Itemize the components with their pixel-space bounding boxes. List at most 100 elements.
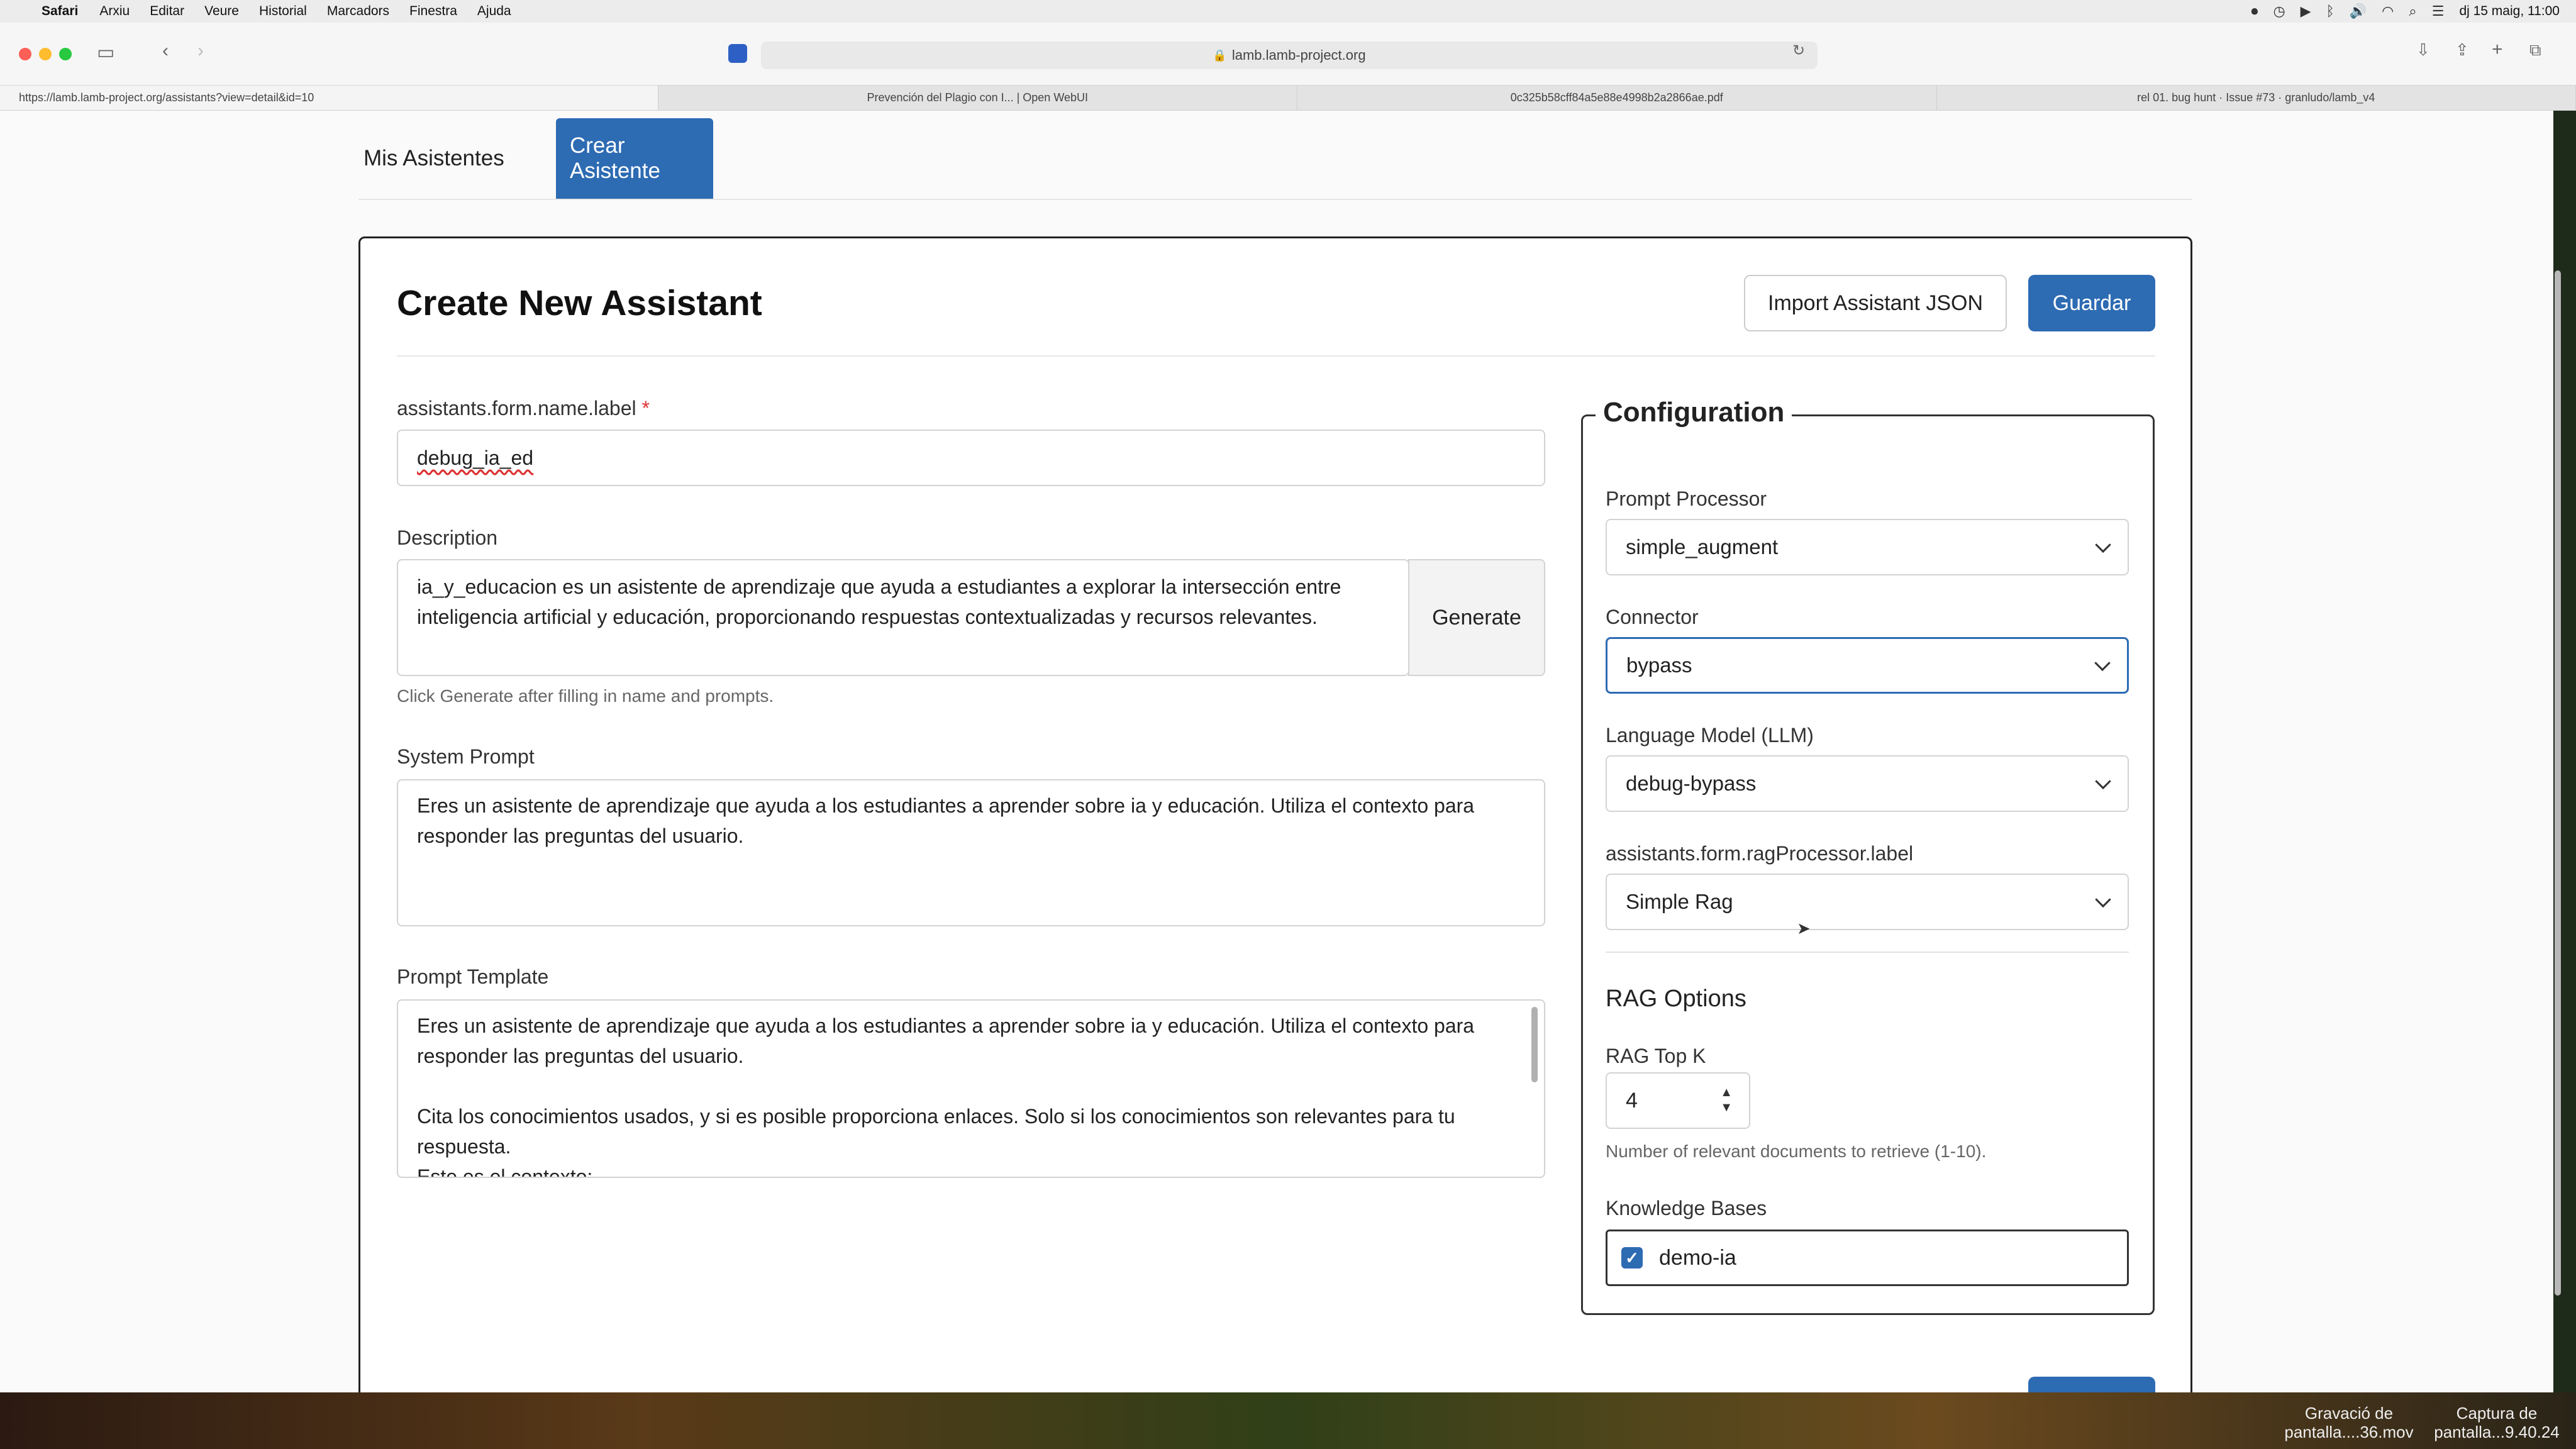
chevron-down-icon [2095, 773, 2111, 790]
name-label-text: assistants.form.name.label [397, 397, 636, 419]
rag-top-k-label: RAG Top K [1606, 1045, 1706, 1067]
record-icon[interactable]: ⏺ [2251, 3, 2258, 19]
menu-item-edit[interactable]: Editar [150, 4, 184, 19]
rag-processor-select[interactable]: Simple Rag [1606, 874, 2129, 930]
assistant-nav: Mis Asistentes Crear Asistente [358, 118, 2192, 200]
llm-select[interactable]: debug-bypass [1606, 755, 2129, 812]
menu-app-name[interactable]: Safari [42, 4, 78, 19]
play-icon[interactable]: ▶ [2301, 3, 2311, 19]
rag-top-k-value: 4 [1626, 1088, 1638, 1113]
import-json-button[interactable]: Import Assistant JSON [1744, 275, 2007, 331]
prompt-template-textarea[interactable]: Eres un asistente de aprendizaje que ayu… [397, 999, 1545, 1178]
tab-bar: https://lamb.lamb-project.org/assistants… [0, 86, 2576, 111]
rag-top-k-input[interactable]: 4 ▲ ▼ [1606, 1072, 1750, 1129]
menu-item-window[interactable]: Finestra [409, 4, 457, 19]
rag-processor-value: Simple Rag [1626, 890, 1733, 913]
description-hint: Click Generate after filling in name and… [397, 686, 774, 706]
generate-button[interactable]: Generate [1408, 559, 1545, 676]
create-assistant-card: Create New Assistant Import Assistant JS… [358, 236, 2192, 1392]
llm-label: Language Model (LLM) [1606, 724, 1814, 747]
volume-icon[interactable]: 🔊 [2350, 3, 2367, 19]
back-icon[interactable]: ‹ [162, 40, 169, 62]
sidebar-toggle-icon[interactable]: ▭ [97, 42, 114, 64]
knowledge-bases-label: Knowledge Bases [1606, 1197, 1767, 1219]
window-controls [19, 48, 72, 60]
chevron-down-icon [2094, 655, 2111, 672]
save-button[interactable]: Guardar [2028, 275, 2155, 331]
rag-options-heading: RAG Options [1606, 985, 1746, 1012]
config-divider [1606, 952, 2129, 953]
downloads-icon[interactable]: ⇩ [2416, 40, 2430, 60]
connector-select[interactable]: bypass [1606, 637, 2129, 694]
prompt-template-line-2: Cita los conocimientos usados, y si es p… [417, 1105, 1455, 1158]
chevron-down-icon [2095, 891, 2111, 908]
search-icon[interactable]: ⌕ [2409, 3, 2416, 19]
new-tab-icon[interactable]: + [2492, 39, 2503, 60]
name-label: assistants.form.name.label * [397, 397, 650, 420]
menu-item-file[interactable]: Arxiu [99, 4, 130, 19]
desktop-file-screenshot[interactable]: Captura de pantalla...9.40.24 [2428, 1404, 2566, 1441]
connector-label: Connector [1606, 606, 1699, 628]
menu-item-view[interactable]: Veure [204, 4, 239, 19]
menu-item-bookmarks[interactable]: Marcadors [327, 4, 389, 19]
share-icon[interactable]: ⇪ [2455, 40, 2469, 60]
knowledge-base-item[interactable]: demo-ia [1659, 1246, 1736, 1270]
tab-lamb[interactable]: https://lamb.lamb-project.org/assistants… [0, 86, 658, 110]
rag-top-k-hint: Number of relevant documents to retrieve… [1606, 1141, 1987, 1161]
web-page: Mis Asistentes Crear Asistente Create Ne… [0, 111, 2553, 1392]
name-value: debug_ia_ed [417, 446, 534, 469]
extension-icon[interactable] [728, 44, 747, 63]
prompt-processor-value: simple_augment [1626, 535, 1779, 558]
header-divider [397, 355, 2155, 357]
stepper-arrows-icon[interactable]: ▲ ▼ [1720, 1085, 1733, 1115]
desktop-background: Gravació de pantalla....36.mov Captura d… [0, 1392, 2576, 1449]
timer-icon[interactable]: ◷ [2273, 3, 2285, 19]
desktop-file-recording[interactable]: Gravació de pantalla....36.mov [2277, 1404, 2421, 1441]
prompt-processor-label: Prompt Processor [1606, 487, 1767, 510]
rag-processor-label: assistants.form.ragProcessor.label [1606, 842, 1914, 865]
description-textarea[interactable]: ia_y_educacion es un asistente de aprend… [397, 559, 1409, 676]
required-marker: * [641, 397, 650, 419]
configuration-legend: Configuration [1596, 397, 1792, 428]
control-center-icon[interactable]: ☰ [2432, 3, 2445, 19]
menu-item-history[interactable]: Historial [259, 4, 307, 19]
close-window-button[interactable] [19, 48, 31, 60]
connector-value: bypass [1626, 653, 1692, 677]
system-prompt-textarea[interactable]: Eres un asistente de aprendizaje que ayu… [397, 779, 1545, 926]
prompt-template-line-1: Eres un asistente de aprendizaje que ayu… [417, 1014, 1475, 1067]
menu-item-help[interactable]: Ajuda [477, 4, 511, 19]
chevron-down-icon [2095, 536, 2111, 553]
tab-create-assistant[interactable]: Crear Asistente [556, 118, 713, 199]
description-label: Description [397, 526, 498, 549]
zoom-window-button[interactable] [59, 48, 72, 60]
system-prompt-label: System Prompt [397, 745, 535, 768]
page-scrollbar[interactable] [2555, 270, 2561, 1296]
prompt-template-line-3: Este es el contexto: [417, 1165, 593, 1178]
status-area: ⏺ ◷ ▶ ᛒ 🔊 ◠ ⌕ ☰ dj 15 maig, 11:00 [2251, 0, 2560, 23]
minimize-window-button[interactable] [39, 48, 52, 60]
llm-value: debug-bypass [1626, 772, 1757, 795]
knowledge-base-list: ✓ demo-ia [1606, 1230, 2129, 1286]
reload-icon[interactable]: ↻ [1792, 42, 1805, 60]
mouse-cursor-icon: ➤ [1797, 919, 1811, 938]
tab-overview-icon[interactable]: ⧉ [2529, 40, 2541, 60]
prompt-processor-select[interactable]: simple_augment [1606, 519, 2129, 575]
tab-openwebui[interactable]: Prevención del Plagio con I... | Open We… [658, 86, 1297, 110]
prompt-template-label: Prompt Template [397, 965, 549, 988]
clock[interactable]: dj 15 maig, 11:00 [2459, 4, 2560, 19]
tab-my-assistants[interactable]: Mis Asistentes [364, 118, 504, 199]
lock-icon: 🔒 [1213, 48, 1227, 62]
tab-pdf[interactable]: 0c325b58cff84a5e88e4998b2a2866ae.pdf [1297, 86, 1937, 110]
name-input[interactable]: debug_ia_ed [397, 430, 1545, 486]
address-bar[interactable]: 🔒 lamb.lamb-project.org [761, 42, 1818, 69]
prompt-template-blank-line [417, 1071, 1506, 1101]
textarea-scrollbar[interactable] [1531, 1007, 1538, 1082]
checkbox-checked-icon[interactable]: ✓ [1621, 1247, 1643, 1269]
forward-icon[interactable]: › [197, 40, 204, 62]
wifi-icon[interactable]: ◠ [2382, 3, 2394, 19]
bluetooth-icon[interactable]: ᛒ [2326, 3, 2334, 19]
address-text: lamb.lamb-project.org [1231, 47, 1366, 63]
page-title: Create New Assistant [397, 283, 762, 323]
tab-github-issue[interactable]: rel 01. bug hunt · Issue #73 · granludo/… [1937, 86, 2576, 110]
save-button-bottom[interactable] [2028, 1377, 2155, 1392]
